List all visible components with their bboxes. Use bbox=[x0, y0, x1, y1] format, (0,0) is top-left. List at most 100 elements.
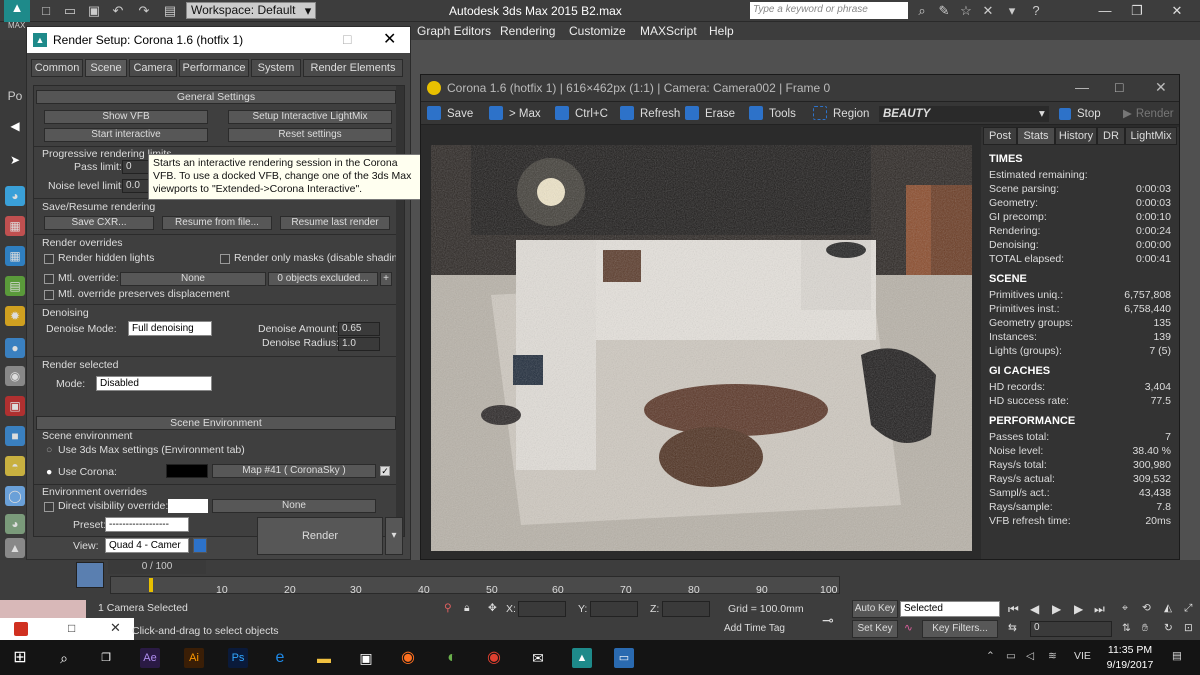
vfb-save-button[interactable]: Save bbox=[427, 106, 473, 122]
minimized-window[interactable]: □ ✕ bbox=[0, 618, 134, 640]
tab-lightmix[interactable]: LightMix bbox=[1125, 127, 1177, 145]
vfb-close-icon[interactable]: ✕ bbox=[1155, 79, 1167, 96]
reset-settings-button[interactable]: Reset settings bbox=[228, 128, 392, 142]
vfb-minimize-icon[interactable]: — bbox=[1075, 79, 1089, 95]
workspace-dropdown-icon[interactable]: ▾ bbox=[300, 3, 316, 19]
vfb-copy-button[interactable]: Ctrl+C bbox=[555, 106, 608, 122]
mini-maximize-icon[interactable]: □ bbox=[68, 621, 75, 635]
torus-icon[interactable]: ◯ bbox=[5, 486, 25, 506]
exchange-icon[interactable]: ✕ bbox=[980, 3, 996, 19]
render-options-dropdown-icon[interactable]: ▾ bbox=[385, 517, 403, 555]
vfb-stop-button[interactable]: Stop bbox=[1059, 106, 1101, 122]
clock-time[interactable]: 11:35 PM bbox=[1104, 644, 1156, 656]
pan-hand-icon[interactable]: ✋︎ bbox=[1142, 622, 1148, 635]
mtl-displacement-checkbox[interactable] bbox=[44, 290, 54, 300]
vfb-erase-button[interactable]: Erase bbox=[685, 106, 735, 122]
edge-icon[interactable]: e bbox=[270, 648, 290, 668]
redo-icon[interactable]: ↷ bbox=[136, 3, 152, 19]
maximize-viewport-icon[interactable]: ⤢ bbox=[1184, 602, 1192, 615]
new-file-icon[interactable]: □ bbox=[38, 3, 54, 19]
chrome-icon[interactable]: ◉ bbox=[484, 648, 504, 668]
mtl-override-map-button[interactable]: None bbox=[120, 272, 266, 286]
render-hidden-lights-checkbox[interactable] bbox=[44, 254, 54, 264]
direct-vis-color-swatch[interactable] bbox=[168, 499, 208, 513]
tools-icon[interactable]: ✎ bbox=[936, 3, 952, 19]
corona-sky-map-button[interactable]: Map #41 ( CoronaSky ) bbox=[212, 464, 376, 478]
grid-icon[interactable]: ▦ bbox=[5, 246, 25, 266]
tab-common[interactable]: Common bbox=[31, 59, 83, 77]
photoshop-icon[interactable]: Ps bbox=[228, 648, 248, 668]
task-view-icon[interactable]: ❐ bbox=[96, 648, 116, 668]
menu-customize[interactable]: Customize bbox=[569, 24, 626, 38]
vfb-render-button[interactable]: ▶ Render bbox=[1123, 106, 1174, 122]
key-icon[interactable]: ⊸ bbox=[822, 612, 834, 629]
x-coordinate-field[interactable] bbox=[518, 601, 566, 617]
menu-rendering[interactable]: Rendering bbox=[500, 24, 555, 38]
cone-icon[interactable]: ▲ bbox=[5, 538, 25, 558]
minimize-icon[interactable]: — bbox=[1092, 2, 1118, 19]
vfb-to-max-button[interactable]: > Max bbox=[489, 106, 541, 122]
account-icon[interactable]: ▾ bbox=[1004, 3, 1020, 19]
workspace-select[interactable]: Workspace: Default bbox=[186, 2, 316, 19]
store-icon[interactable]: ▣ bbox=[356, 648, 376, 668]
3dsmax-logo-icon[interactable]: ▲ bbox=[4, 0, 30, 22]
tab-camera[interactable]: Camera bbox=[129, 59, 177, 77]
isolate-icon[interactable]: ⚲ bbox=[444, 602, 452, 614]
save-file-icon[interactable]: ▣ bbox=[86, 3, 102, 19]
menu-help[interactable]: Help bbox=[709, 24, 734, 38]
box-icon[interactable]: ■ bbox=[5, 426, 25, 446]
teapot-icon[interactable]: ◕ bbox=[5, 186, 25, 206]
selection-set-select[interactable]: Selected bbox=[900, 601, 1000, 617]
vfb-refresh-button[interactable]: Refresh bbox=[620, 106, 680, 122]
add-time-tag-button[interactable]: Add Time Tag bbox=[724, 623, 824, 639]
tab-performance[interactable]: Performance bbox=[179, 59, 249, 77]
sphere-icon[interactable]: ● bbox=[5, 338, 25, 358]
mail-icon[interactable]: ✉ bbox=[528, 648, 548, 668]
timeline-slider-handle[interactable] bbox=[76, 562, 104, 588]
goto-start-icon[interactable]: ⏮ bbox=[1008, 602, 1019, 617]
menu-maxscript[interactable]: MAXScript bbox=[640, 24, 697, 38]
clock-date[interactable]: 9/19/2017 bbox=[1102, 659, 1158, 671]
tab-stats[interactable]: Stats bbox=[1017, 127, 1055, 145]
app-icon[interactable]: ◐ bbox=[442, 648, 462, 668]
rs-close-icon[interactable]: ✕ bbox=[383, 29, 396, 49]
illustrator-icon[interactable]: Ai bbox=[184, 648, 204, 668]
vfb-tools-button[interactable]: Tools bbox=[749, 106, 796, 122]
globe-icon[interactable]: ◉ bbox=[5, 366, 25, 386]
project-folder-icon[interactable]: ▤ bbox=[162, 3, 178, 19]
film-icon[interactable]: ▣ bbox=[5, 396, 25, 416]
tab-scene[interactable]: Scene bbox=[85, 59, 127, 77]
toggle-viewport-icon[interactable]: ⊡ bbox=[1184, 622, 1193, 634]
scene-environment-header[interactable]: Scene Environment bbox=[36, 416, 396, 430]
resume-from-file-button[interactable]: Resume from file... bbox=[162, 216, 272, 230]
transform-mode-icon[interactable]: ✥ bbox=[488, 602, 497, 614]
network-icon[interactable]: ▭ bbox=[1006, 650, 1016, 662]
tab-dr[interactable]: DR bbox=[1097, 127, 1125, 145]
rendered-image[interactable] bbox=[431, 145, 972, 551]
key-filters-button[interactable]: Key Filters... bbox=[922, 620, 998, 638]
input-language[interactable]: VIE bbox=[1074, 650, 1091, 662]
render-frame-icon[interactable]: ▦ bbox=[5, 216, 25, 236]
show-vfb-button[interactable]: Show VFB bbox=[44, 110, 208, 124]
undo-icon[interactable]: ↶ bbox=[110, 3, 126, 19]
setup-lightmix-button[interactable]: Setup Interactive LightMix bbox=[228, 110, 392, 124]
3dsmax-taskbar-icon[interactable]: ▲ bbox=[572, 648, 592, 668]
file-explorer-icon[interactable]: ▬ bbox=[314, 648, 334, 668]
binoculars-icon[interactable]: ⌕ bbox=[914, 3, 930, 19]
teapot2-icon[interactable]: ◕ bbox=[5, 514, 25, 534]
y-coordinate-field[interactable] bbox=[590, 601, 638, 617]
current-frame-field[interactable]: 0 bbox=[1030, 621, 1112, 637]
tray-chevron-icon[interactable]: ⌃ bbox=[986, 650, 995, 662]
rs-maximize-icon[interactable]: □ bbox=[343, 31, 351, 47]
search-icon[interactable]: ⌕ bbox=[54, 648, 74, 668]
view-select[interactable]: Quad 4 - Camer bbox=[105, 538, 189, 553]
select-icon[interactable]: ➤ bbox=[5, 150, 25, 170]
goto-end-icon[interactable]: ⏭ bbox=[1094, 602, 1105, 617]
lock-view-icon[interactable] bbox=[193, 538, 207, 553]
dome-icon[interactable]: ◓ bbox=[5, 456, 25, 476]
tab-history[interactable]: History bbox=[1055, 127, 1097, 145]
light-icon[interactable]: ✹ bbox=[5, 306, 25, 326]
set-key-button[interactable]: Set Key bbox=[852, 620, 898, 638]
objects-excluded-button[interactable]: 0 objects excluded... bbox=[268, 272, 378, 286]
dolly-icon[interactable]: ⇅ bbox=[1122, 622, 1131, 634]
